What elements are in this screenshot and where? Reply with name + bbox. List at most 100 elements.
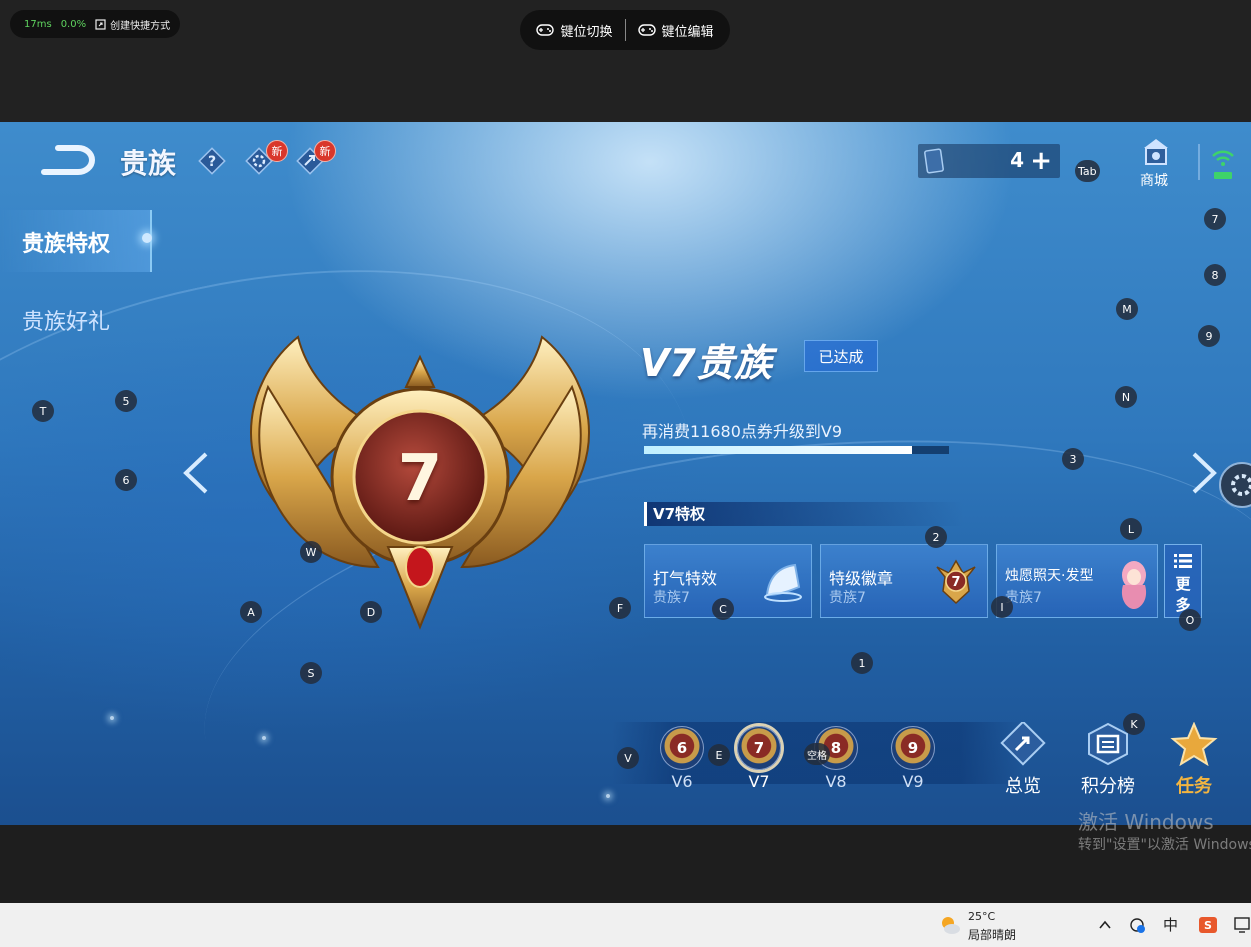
svg-text:?: ?	[208, 154, 216, 170]
sidebar-item-noble-privileges[interactable]: 贵族特权	[22, 226, 110, 258]
activation-watermark-subtitle: 转到"设置"以激活 Windows	[1078, 837, 1251, 853]
overview-button[interactable]: 总览	[993, 720, 1053, 798]
wifi-icon	[1212, 150, 1234, 179]
list-icon	[1174, 554, 1192, 568]
status-badge: 已达成	[804, 340, 878, 372]
hairstyle-portrait-icon	[1121, 561, 1147, 609]
key-hint[interactable]: N	[1115, 386, 1137, 408]
sparkle	[110, 716, 114, 720]
noble-level-title: V7贵族	[640, 341, 772, 385]
key-hint[interactable]: T	[32, 400, 54, 422]
level-v7-button[interactable]: 7 V7	[736, 726, 782, 791]
new-badge: 新	[314, 140, 336, 162]
create-shortcut-label: 创建快捷方式	[110, 20, 171, 32]
shop-label: 商城	[1140, 173, 1168, 189]
add-ticket-icon[interactable]: +	[1030, 148, 1052, 174]
key-hint[interactable]: L	[1120, 518, 1142, 540]
ime-indicator[interactable]: 中	[1163, 914, 1178, 935]
app-tray-icon[interactable]: S	[1198, 916, 1218, 934]
privilege-tier: 贵族7	[829, 590, 866, 606]
badge-icon: 7	[936, 559, 976, 605]
upgrade-hint: 再消费11680点券升级到V9	[642, 422, 843, 441]
back-arrow-icon[interactable]	[38, 142, 102, 178]
privilege-name: 烛愿照天·发型	[1005, 568, 1094, 584]
sparkle	[262, 736, 266, 740]
network-icon[interactable]	[1128, 916, 1146, 934]
side-gear-icon[interactable]	[1216, 460, 1251, 510]
cpu-text: 0.0%	[60, 18, 87, 30]
keymap-switch-label: 键位切换	[560, 24, 613, 40]
key-hint[interactable]: E	[708, 744, 730, 766]
level-label: V6	[671, 772, 693, 791]
keymap-switch-button[interactable]: 键位切换	[524, 21, 624, 40]
privilege-card[interactable]: 特级徽章 贵族7 7	[820, 544, 988, 618]
key-hint[interactable]: A	[240, 601, 262, 623]
key-hint[interactable]: I	[991, 596, 1013, 618]
upgrade-progress-bar	[644, 446, 949, 454]
level-v6-button[interactable]: 6 V6	[659, 726, 705, 791]
key-hint[interactable]: 1	[851, 652, 873, 674]
notification-icon[interactable]	[1234, 916, 1250, 934]
create-shortcut-button[interactable]: 创建快捷方式	[95, 17, 170, 32]
keymap-edit-button[interactable]: 键位编辑	[626, 21, 726, 40]
tasks-button[interactable]: 任务	[1164, 721, 1224, 798]
key-hint[interactable]: 空格	[804, 743, 830, 765]
privilege-name: 打气特效	[653, 569, 718, 588]
weather-icon[interactable]	[938, 913, 962, 937]
privilege-name: 特级徽章	[829, 569, 894, 588]
question-icon[interactable]: ?	[198, 147, 226, 175]
overview-label: 总览	[1005, 776, 1041, 797]
key-hint[interactable]: 7	[1204, 208, 1226, 230]
privilege-card[interactable]: 烛愿照天·发型 贵族7	[996, 544, 1158, 618]
keymap-toolbar: 键位切换 键位编辑	[520, 10, 730, 50]
key-hint[interactable]: 6	[115, 469, 137, 491]
page-title: 贵族	[120, 147, 177, 180]
weather-temperature[interactable]: 25°C	[968, 910, 995, 923]
key-hint[interactable]: S	[300, 662, 322, 684]
key-hint[interactable]: 9	[1198, 325, 1220, 347]
level-label: V8	[825, 772, 847, 791]
weather-description[interactable]: 局部晴朗	[968, 926, 1016, 943]
activation-watermark-title: 激活 Windows	[1078, 810, 1214, 834]
key-hint[interactable]: D	[360, 601, 382, 623]
key-hint[interactable]: 2	[925, 526, 947, 548]
chevron-left-icon[interactable]	[178, 450, 214, 496]
progress-fill	[644, 446, 913, 454]
chevron-up-icon[interactable]	[1098, 918, 1112, 932]
tasks-label: 任务	[1176, 776, 1212, 797]
emblem-level-number: 7	[397, 442, 443, 516]
key-hint[interactable]: F	[609, 597, 631, 619]
svg-text:7: 7	[951, 575, 960, 590]
windows-taskbar	[0, 903, 1251, 947]
level-label: V7	[748, 772, 770, 791]
key-hint[interactable]: V	[617, 747, 639, 769]
header-divider	[1198, 144, 1200, 180]
new-badge: 新	[266, 140, 288, 162]
key-hint[interactable]: M	[1116, 298, 1138, 320]
key-hint[interactable]: K	[1123, 713, 1145, 735]
key-hint[interactable]: 8	[1204, 264, 1226, 286]
more-privileges-button[interactable]: 更 多	[1164, 544, 1202, 618]
level-coin: 9	[891, 726, 935, 770]
level-coin: 6	[660, 726, 704, 770]
privilege-tier: 贵族7	[653, 590, 690, 606]
gamepad-edit-icon	[637, 24, 656, 36]
key-hint[interactable]: Tab	[1075, 160, 1100, 182]
sidebar-item-noble-gifts[interactable]: 贵族好礼	[22, 304, 110, 336]
key-hint[interactable]: W	[300, 541, 322, 563]
game-screen: 贵族 ? 新 新 4 + 商城 贵族特权 贵族好礼 7 V7贵族 已达成 再消费…	[0, 122, 1251, 825]
keymap-edit-label: 键位编辑	[661, 24, 714, 40]
more-label: 更	[1175, 575, 1191, 593]
level-v9-button[interactable]: 9 V9	[890, 726, 936, 791]
shop-button[interactable]: 商城	[1134, 136, 1178, 189]
key-hint[interactable]: C	[712, 598, 734, 620]
key-hint[interactable]: O	[1179, 609, 1201, 631]
key-hint[interactable]: 5	[115, 390, 137, 412]
cheer-effect-icon	[764, 563, 802, 602]
key-hint[interactable]: 3	[1062, 448, 1084, 470]
level-coin: 7	[737, 726, 781, 770]
shop-icon	[1144, 139, 1168, 165]
shortcut-icon	[95, 18, 106, 30]
ticket-count: 4	[1010, 148, 1024, 172]
latency-text: 17ms	[24, 18, 52, 30]
